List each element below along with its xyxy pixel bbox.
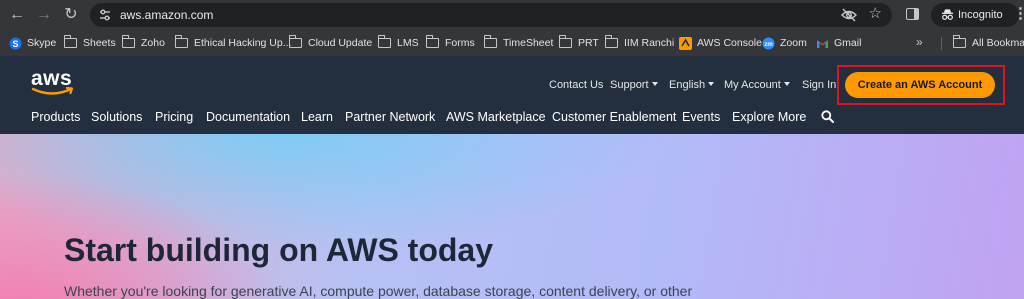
nav-partner-network[interactable]: Partner Network <box>345 109 435 125</box>
tune-icon[interactable] <box>98 8 112 22</box>
nav-explore-more[interactable]: Explore More <box>732 109 806 125</box>
nav-events[interactable]: Events <box>682 109 720 125</box>
bookmark-zoho[interactable]: Zoho <box>121 35 165 51</box>
back-arrow-icon[interactable]: ← <box>8 6 26 24</box>
bookmark-ethical-hacking[interactable]: Ethical Hacking Up... <box>174 35 291 51</box>
nav-pricing[interactable]: Pricing <box>155 109 193 125</box>
bookmark-lms[interactable]: LMS <box>377 35 419 51</box>
aws-logo[interactable]: aws <box>30 67 76 99</box>
folder-icon <box>121 35 135 48</box>
caret-down-icon <box>708 82 715 86</box>
support-menu[interactable]: Support <box>610 78 658 92</box>
hero-section: Start building on AWS today Whether you'… <box>0 134 1024 299</box>
gmail-icon <box>817 39 828 48</box>
bookmark-aws-console[interactable]: AWS Console <box>679 35 762 51</box>
skype-icon: S <box>9 37 22 49</box>
folder-icon <box>483 35 497 48</box>
bookmark-prt[interactable]: PRT <box>558 35 599 51</box>
url-text[interactable]: aws.amazon.com <box>120 7 213 23</box>
bookmark-sheets[interactable]: Sheets <box>63 35 116 51</box>
hero-title: Start building on AWS today <box>64 232 494 268</box>
incognito-profile-button[interactable]: Incognito <box>931 3 1019 27</box>
bookmark-timesheet[interactable]: TimeSheet <box>483 35 553 51</box>
zoom-icon: zm <box>762 37 775 49</box>
language-menu[interactable]: English <box>669 78 715 92</box>
svg-text:aws: aws <box>31 67 72 90</box>
folder-icon <box>425 35 439 48</box>
bookmark-gmail[interactable]: Gmail <box>816 35 861 51</box>
nav-solutions[interactable]: Solutions <box>91 109 142 125</box>
forward-arrow-icon[interactable]: → <box>35 6 53 24</box>
nav-learn[interactable]: Learn <box>301 109 333 125</box>
caret-down-icon <box>783 82 790 86</box>
folder-icon <box>288 35 302 48</box>
bookmark-skype[interactable]: S Skype <box>9 35 56 51</box>
folder-icon <box>558 35 572 48</box>
nav-documentation[interactable]: Documentation <box>206 109 290 125</box>
contact-us-link[interactable]: Contact Us <box>549 78 603 92</box>
aws-console-icon <box>679 36 692 50</box>
sign-in-link[interactable]: Sign In <box>802 78 836 92</box>
svg-text:S: S <box>12 39 18 49</box>
bookmark-all-bookmarks[interactable]: All Bookmarks <box>952 35 1024 51</box>
my-account-menu[interactable]: My Account <box>724 78 790 92</box>
bookmarks-divider <box>941 37 942 50</box>
reload-icon[interactable]: ↻ <box>62 6 80 24</box>
nav-aws-marketplace[interactable]: AWS Marketplace <box>446 109 546 125</box>
svg-text:zm: zm <box>764 42 772 48</box>
folder-icon <box>377 35 391 48</box>
incognito-icon <box>941 9 954 20</box>
aws-header: aws Contact Us Support English My Accoun… <box>0 56 1024 134</box>
side-panel-icon[interactable] <box>906 8 919 20</box>
bookmark-cloud-update[interactable]: Cloud Update <box>288 35 372 51</box>
bookmark-zoom[interactable]: zm Zoom <box>762 35 807 51</box>
nav-products[interactable]: Products <box>31 109 80 125</box>
address-bar[interactable]: aws.amazon.com ☆ <box>90 3 892 27</box>
create-aws-account-button[interactable]: Create an AWS Account <box>845 72 995 98</box>
browser-toolbar: ← → ↻ aws.amazon.com ☆ Incognito ⋮ <box>0 0 1024 30</box>
eye-off-icon[interactable] <box>840 7 858 23</box>
folder-icon <box>174 35 188 48</box>
kebab-menu-icon[interactable]: ⋮ <box>1013 5 1024 23</box>
incognito-label: Incognito <box>958 9 1003 21</box>
nav-customer-enablement[interactable]: Customer Enablement <box>552 109 676 125</box>
folder-icon <box>604 35 618 48</box>
hero-subtitle: Whether you're looking for generative AI… <box>64 283 693 299</box>
folder-icon <box>952 35 966 48</box>
star-icon[interactable]: ☆ <box>869 5 882 23</box>
bookmarks-bar: S Skype Sheets Zoho Ethical Hacking Up..… <box>0 30 1024 56</box>
caret-down-icon <box>651 82 658 86</box>
bookmark-iim-ranchi[interactable]: IIM Ranchi <box>604 35 674 51</box>
folder-icon <box>63 35 77 48</box>
more-bookmarks-chevron-icon[interactable]: » <box>916 35 923 49</box>
bookmark-forms[interactable]: Forms <box>425 35 475 51</box>
search-icon[interactable] <box>821 110 834 123</box>
